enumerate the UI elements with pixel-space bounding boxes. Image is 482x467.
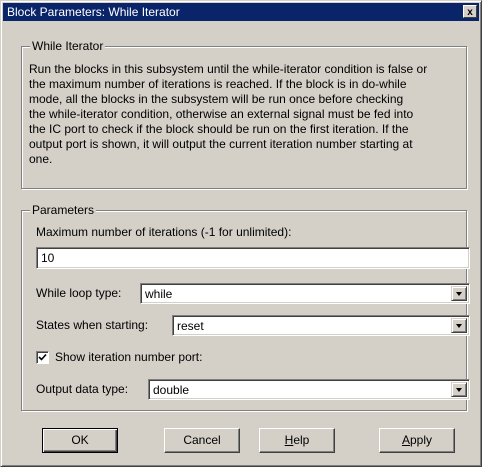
- max-iterations-value: 10: [41, 251, 55, 265]
- window-title: Block Parameters: While Iterator: [7, 5, 180, 19]
- output-type-label: Output data type:: [36, 382, 129, 396]
- checkmark-icon: [38, 353, 47, 361]
- description-legend: While Iterator: [30, 39, 106, 53]
- parameters-legend: Parameters: [30, 203, 97, 217]
- parameters-group: Parameters Maximum number of iterations …: [21, 203, 470, 411]
- output-type-value: double: [153, 383, 190, 397]
- apply-button[interactable]: Apply: [379, 428, 455, 453]
- cancel-button[interactable]: Cancel: [164, 428, 240, 453]
- description-group: While Iterator Run the blocks in this su…: [21, 39, 467, 189]
- states-select[interactable]: reset: [172, 315, 470, 336]
- loop-type-select[interactable]: while: [140, 283, 470, 304]
- loop-type-label: While loop type:: [36, 286, 122, 300]
- states-dropdown-button[interactable]: [451, 318, 467, 333]
- states-label: States when starting:: [36, 318, 149, 332]
- title-bar[interactable]: Block Parameters: While Iterator x: [3, 3, 479, 21]
- states-value: reset: [177, 319, 204, 333]
- chevron-down-icon: [456, 324, 462, 328]
- loop-type-dropdown-button[interactable]: [451, 286, 467, 301]
- max-iterations-input[interactable]: 10: [36, 247, 470, 269]
- output-type-dropdown-button[interactable]: [451, 382, 467, 397]
- cancel-button-label: Cancel: [183, 433, 221, 447]
- apply-mnemonic: A: [401, 433, 410, 447]
- ok-button-label: OK: [71, 433, 89, 447]
- close-button[interactable]: x: [463, 5, 477, 18]
- output-type-select[interactable]: double: [148, 379, 470, 400]
- show-port-checkbox[interactable]: [36, 351, 49, 364]
- ok-button[interactable]: OK: [42, 428, 118, 453]
- apply-button-label: pply: [410, 433, 433, 447]
- max-iterations-label: Maximum number of iterations (-1 for unl…: [36, 225, 292, 239]
- show-port-label: Show iteration number port:: [55, 350, 203, 364]
- dialog-window: Block Parameters: While Iterator x While…: [0, 0, 482, 467]
- loop-type-value: while: [145, 287, 173, 301]
- chevron-down-icon: [456, 388, 462, 392]
- help-button[interactable]: Help: [259, 428, 335, 453]
- help-button-label: elp: [293, 433, 310, 447]
- close-icon: x: [467, 7, 473, 18]
- description-text: Run the blocks in this subsystem until t…: [29, 62, 428, 166]
- chevron-down-icon: [456, 292, 462, 296]
